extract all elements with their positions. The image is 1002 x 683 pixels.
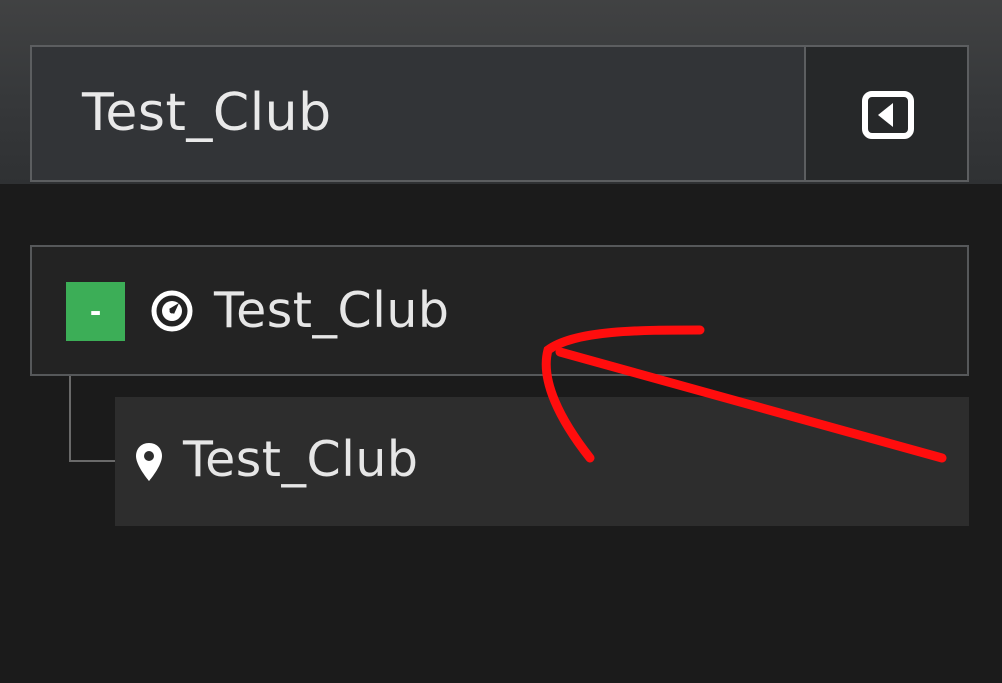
location-pin-icon bbox=[136, 443, 162, 481]
collapse-panel-icon bbox=[862, 91, 914, 139]
collapse-panel-button[interactable] bbox=[804, 45, 969, 182]
expand-collapse-toggle[interactable]: - bbox=[66, 282, 125, 341]
tree-connector-line bbox=[69, 376, 71, 462]
tree-connector-line bbox=[69, 460, 115, 462]
header-title-field: Test_Club bbox=[30, 45, 804, 182]
header-title: Test_Club bbox=[82, 83, 332, 143]
toggle-symbol: - bbox=[89, 295, 102, 328]
tree-node-child[interactable]: Test_Club bbox=[115, 397, 969, 526]
tree-node-label: Test_Club bbox=[214, 282, 450, 339]
tree-node-label: Test_Club bbox=[183, 431, 419, 488]
compass-icon bbox=[151, 290, 193, 332]
tree-node-root[interactable]: - Test_Club bbox=[30, 245, 969, 376]
